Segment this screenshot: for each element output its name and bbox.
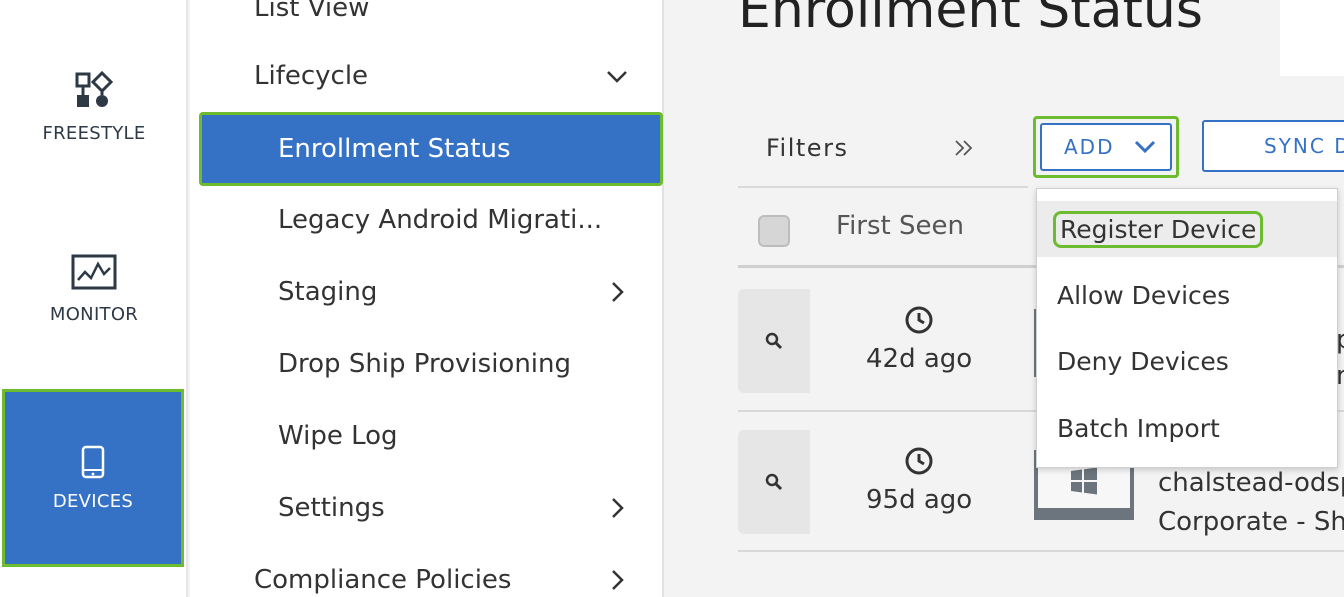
subnav-item-label: Lifecycle [254, 61, 369, 91]
add-button-label: ADD [1064, 135, 1115, 159]
add-dropdown-menu: Register Device Allow Devices Deny Devic… [1036, 188, 1338, 468]
chevron-right-icon [612, 570, 624, 590]
subnav-item-label: Settings [278, 493, 385, 523]
chevron-right-icon [612, 282, 624, 302]
menu-item-label: Register Device [1053, 210, 1264, 248]
subnav-item-enrollment-status[interactable]: Enrollment Status [199, 112, 663, 186]
subnav-item-list-view[interactable]: List View [190, 0, 664, 44]
first-seen-value: 42d ago [866, 344, 973, 374]
windows-logo-icon [1071, 467, 1097, 495]
header-panel [1280, 0, 1344, 76]
sync-button-label: SYNC D [1264, 134, 1344, 158]
subnav-item-label: Wipe Log [278, 421, 398, 451]
search-icon [765, 332, 783, 350]
nav-monitor-label: MONITOR [49, 303, 139, 325]
devices-subnav: List View Lifecycle Enrollment Status Le… [190, 0, 664, 597]
subnav-item-label: Compliance Policies [254, 565, 512, 595]
menu-item-allow-devices[interactable]: Allow Devices [1037, 267, 1337, 323]
chevron-down-icon [1135, 140, 1156, 154]
subnav-item-staging[interactable]: Staging [190, 256, 664, 328]
add-button[interactable]: ADD [1040, 123, 1172, 171]
chevron-down-icon [607, 71, 627, 83]
subnav-item-label: Drop Ship Provisioning [278, 349, 572, 379]
subnav-item-label: Enrollment Status [278, 134, 511, 164]
nav-devices[interactable]: DEVICES [2, 389, 184, 567]
first-seen-value: 95d ago [866, 485, 973, 515]
subnav-item-label: Staging [278, 277, 378, 307]
nav-devices-label: DEVICES [52, 490, 134, 512]
device-ownership: Corporate - Sh [1158, 507, 1344, 537]
mobile-device-icon [81, 445, 105, 478]
subnav-item-drop-ship-provisioning[interactable]: Drop Ship Provisioning [190, 328, 664, 400]
monitor-chart-icon [71, 254, 117, 289]
page-title: Enrollment Status [738, 0, 1203, 40]
subnav-item-label: Legacy Android Migrati... [278, 205, 603, 235]
column-header-first-seen[interactable]: First Seen [836, 211, 964, 241]
menu-item-label: Batch Import [1057, 413, 1220, 443]
add-button-highlight: ADD [1033, 116, 1179, 178]
subnav-item-lifecycle[interactable]: Lifecycle [190, 40, 664, 112]
app-page: FREESTYLE MONITOR DEVICES List View Life… [0, 0, 1344, 597]
select-all-checkbox[interactable] [758, 215, 790, 247]
subnav-item-compliance-policies[interactable]: Compliance Policies [190, 544, 664, 597]
filters-label[interactable]: Filters [766, 134, 848, 162]
row-divider [738, 550, 1344, 552]
freestyle-workflow-icon [75, 70, 114, 107]
menu-item-batch-import[interactable]: Batch Import [1037, 400, 1337, 456]
subnav-item-label: List View [254, 0, 370, 23]
subnav-item-legacy-android-migration[interactable]: Legacy Android Migrati... [190, 184, 664, 256]
search-icon [765, 473, 783, 491]
subnav-item-wipe-log[interactable]: Wipe Log [190, 400, 664, 472]
subnav-item-settings[interactable]: Settings [190, 472, 664, 544]
row-detail-button[interactable] [738, 430, 810, 534]
chevron-right-icon [612, 498, 624, 518]
expand-filters-icon[interactable] [952, 136, 976, 160]
row-detail-button[interactable] [738, 289, 810, 393]
clock-icon [905, 447, 933, 475]
nav-freestyle[interactable]: FREESTYLE [0, 52, 188, 162]
nav-monitor[interactable]: MONITOR [0, 234, 188, 344]
main-content: Enrollment Status Filters ADD SYNC D Fir… [666, 0, 1344, 597]
device-name[interactable]: chalstead-odsp [1158, 468, 1344, 498]
primary-nav-rail: FREESTYLE MONITOR DEVICES [0, 0, 188, 597]
menu-item-label: Deny Devices [1057, 346, 1229, 376]
menu-item-register-device[interactable]: Register Device [1037, 201, 1337, 257]
nav-freestyle-label: FREESTYLE [42, 122, 146, 144]
sync-devices-button[interactable]: SYNC D [1202, 120, 1344, 172]
menu-item-deny-devices[interactable]: Deny Devices [1037, 333, 1337, 389]
clock-icon [905, 306, 933, 334]
menu-item-label: Allow Devices [1057, 280, 1231, 310]
